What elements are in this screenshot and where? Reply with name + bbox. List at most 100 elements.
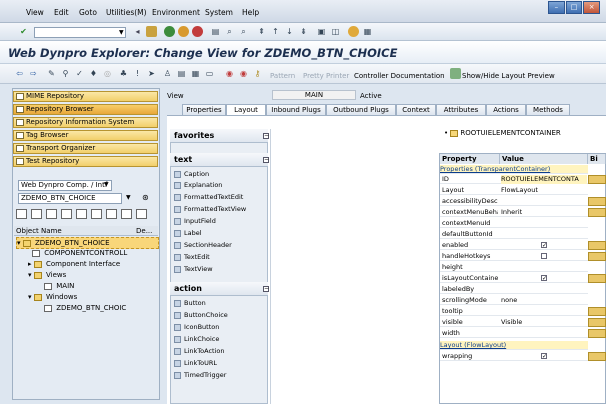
display-object-icon[interactable]: ⊛	[142, 193, 149, 202]
tree-column-description[interactable]: De...	[134, 226, 158, 236]
back-icon[interactable]	[164, 26, 175, 37]
palette-item-caption[interactable]: Caption	[174, 170, 209, 179]
breakpoint-icon[interactable]: ◉	[238, 68, 249, 79]
expand-icon[interactable]: ▾	[28, 271, 32, 279]
bookmark-icon[interactable]	[106, 209, 117, 219]
islayoutcontainer-checkbox[interactable]: ✓	[541, 275, 547, 282]
binding-button-icon[interactable]	[588, 307, 606, 316]
tab-layout[interactable]: Layout	[226, 104, 266, 115]
wrapping-checkbox[interactable]: ✓	[541, 353, 547, 360]
tree-node-views[interactable]: ▾ Views	[28, 270, 66, 280]
property-row-handlehotkeys[interactable]: handleHotkeys	[440, 252, 588, 261]
binding-button-icon[interactable]	[588, 329, 606, 338]
property-section-transparentcontainer[interactable]: Properties (TransparentContainer)	[440, 165, 588, 174]
last-page-icon[interactable]: ⇟	[298, 26, 309, 37]
nav-repository-browser[interactable]: Repository Browser	[13, 104, 158, 115]
property-row-labeledby[interactable]: labeledBy	[440, 285, 588, 294]
display-change-icon[interactable]: ✎	[46, 68, 57, 79]
exit-icon[interactable]	[178, 26, 189, 37]
up-icon[interactable]	[76, 209, 87, 219]
forward-arrow-icon[interactable]: ⇨	[28, 68, 39, 79]
close-icon[interactable]: ×	[583, 1, 601, 14]
collapse-all-icon[interactable]	[31, 209, 42, 219]
palette-item-explanation[interactable]: Explanation	[174, 181, 222, 190]
maximize-icon[interactable]: □	[565, 1, 583, 14]
property-row-height[interactable]: height	[440, 263, 588, 272]
enabled-checkbox[interactable]: ✓	[541, 242, 547, 249]
print-icon[interactable]: ▤	[210, 26, 221, 37]
menu-utilities[interactable]: Utilities(M)	[106, 8, 147, 17]
property-row-contextmenuid[interactable]: contextMenuId	[440, 219, 588, 228]
tab-methods[interactable]: Methods	[526, 104, 570, 115]
filter-icon[interactable]	[136, 209, 147, 219]
home-icon[interactable]	[91, 209, 102, 219]
find-next-icon[interactable]: ⌕	[238, 26, 249, 37]
object-name-input[interactable]: ZDEMO_BTN_CHOICE	[18, 193, 122, 204]
tab-properties[interactable]: Properties	[182, 104, 226, 115]
grid-icon[interactable]: ▦	[190, 68, 201, 79]
handlehotkeys-checkbox[interactable]	[541, 253, 547, 259]
property-row-accessibilitydescription[interactable]: accessibilityDesc	[440, 197, 588, 206]
nav-repository-information-system[interactable]: Repository Information System	[13, 117, 158, 128]
next-object-icon[interactable]	[61, 209, 72, 219]
property-row-width[interactable]: width	[440, 329, 588, 338]
property-row-defaultbuttonid[interactable]: defaultButtonId	[440, 230, 588, 239]
help-icon[interactable]	[348, 26, 359, 37]
menu-system[interactable]: System	[205, 8, 233, 17]
expand-icon[interactable]: ▾	[28, 293, 32, 301]
pattern-button[interactable]: Pattern	[270, 72, 295, 80]
property-section-flowlayout[interactable]: Layout (FlowLayout)	[440, 341, 588, 350]
nav-test-repository[interactable]: Test Repository	[13, 156, 158, 167]
expand-all-icon[interactable]	[16, 209, 27, 219]
command-field[interactable]	[34, 27, 126, 38]
tree-column-object-name[interactable]: Object Name	[14, 226, 134, 236]
tab-inbound-plugs[interactable]: Inbound Plugs	[266, 104, 326, 115]
binding-button-icon[interactable]	[588, 352, 606, 361]
tab-outbound-plugs[interactable]: Outbound Plugs	[326, 104, 396, 115]
tree-node-window[interactable]: ZDEMO_BTN_CHOIC	[44, 303, 126, 313]
refresh-icon[interactable]	[121, 209, 132, 219]
property-row-id[interactable]: ID ROOTUIELEMENTCONTA	[440, 175, 588, 184]
tree-node-component-interface[interactable]: ▸ Component Interface	[28, 259, 120, 269]
tab-attributes[interactable]: Attributes	[436, 104, 486, 115]
palette-item-textview[interactable]: TextView	[174, 265, 213, 274]
property-row-scrollingmode[interactable]: scrollingMode none	[440, 296, 588, 305]
where-used-icon[interactable]: ♣	[118, 68, 129, 79]
menu-edit[interactable]: Edit	[54, 8, 69, 17]
nav-tag-browser[interactable]: Tag Browser	[13, 130, 158, 141]
find-icon[interactable]: ⌕	[224, 26, 235, 37]
tree-node-componentcontroller[interactable]: COMPONENTCONTROLL	[32, 248, 127, 258]
binding-button-icon[interactable]	[588, 274, 606, 283]
new-session-icon[interactable]: ▣	[316, 26, 327, 37]
menu-goto[interactable]: Goto	[79, 8, 97, 17]
collapse-arrow-icon[interactable]: ▸	[28, 260, 32, 268]
cancel-icon[interactable]	[192, 26, 203, 37]
palette-item-button[interactable]: Button	[174, 299, 206, 308]
display-object-list-icon[interactable]: ▤	[176, 68, 187, 79]
shortcut-icon[interactable]: ◫	[330, 26, 341, 37]
palette-item-linktoaction[interactable]: LinkToAction	[174, 347, 225, 356]
palette-item-textedit[interactable]: TextEdit	[174, 253, 210, 262]
key-icon[interactable]: ⚷	[252, 68, 263, 79]
command-dropdown-icon[interactable]: ▼	[119, 29, 124, 36]
palette-item-buttonchoice[interactable]: ButtonChoice	[174, 311, 228, 320]
property-row-contextmenubehaviour[interactable]: contextMenuBeha Inherit	[440, 208, 588, 217]
next-page-icon[interactable]: ↓	[284, 26, 295, 37]
property-row-visible[interactable]: visible Visible	[440, 318, 588, 327]
tab-actions[interactable]: Actions	[486, 104, 526, 115]
nav-mime-repository[interactable]: MIME Repository	[13, 91, 158, 102]
property-row-islayoutcontainer[interactable]: isLayoutContaine ✓	[440, 274, 588, 283]
minimize-icon[interactable]: –	[548, 1, 565, 14]
navigate-icon[interactable]: ➤	[146, 68, 157, 79]
object-type-dropdown-icon[interactable]: ▼	[104, 181, 109, 188]
pretty-printer-button[interactable]: Pretty Printer	[303, 72, 349, 80]
show-hide-layout-preview-button[interactable]: Show/Hide Layout Preview	[462, 72, 555, 80]
check-icon[interactable]: ✓	[74, 68, 85, 79]
ui-hierarchy-root[interactable]: • ROOTUIELEMENTCONTAINER	[444, 129, 561, 137]
palette-item-timedtrigger[interactable]: TimedTrigger	[174, 371, 226, 380]
palette-item-label[interactable]: Label	[174, 229, 202, 238]
palette-section-text[interactable]: text	[170, 153, 268, 167]
controller-documentation-button[interactable]: Controller Documentation	[354, 72, 445, 80]
first-page-icon[interactable]: ⇞	[256, 26, 267, 37]
property-row-enabled[interactable]: enabled ✓	[440, 241, 588, 250]
